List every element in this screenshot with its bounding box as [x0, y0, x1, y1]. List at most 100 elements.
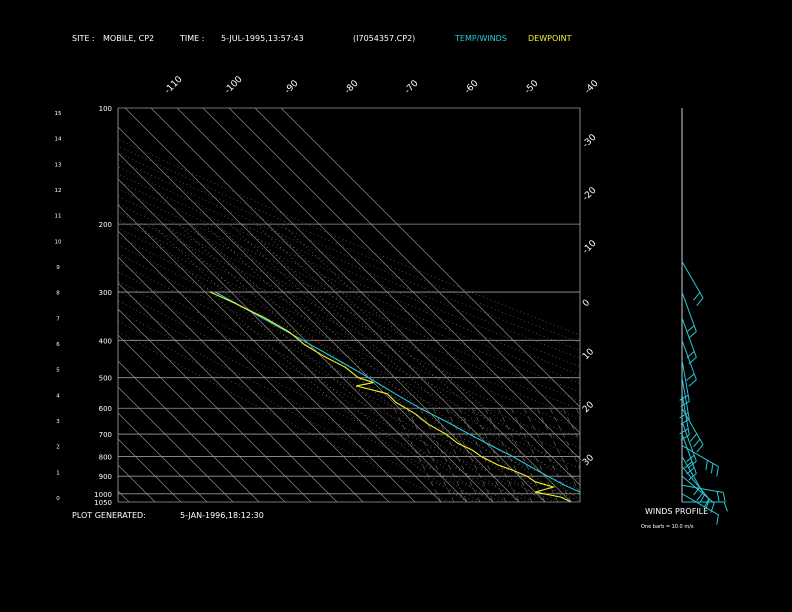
pressure-tick-label: 500	[99, 375, 112, 383]
wind-barb	[689, 433, 698, 442]
top-temp-tick-label: -50	[523, 78, 541, 96]
wind-barb	[688, 379, 697, 387]
site-value: MOBILE, CP2	[103, 34, 154, 43]
isotherm-line	[176, 108, 572, 502]
moist-adiabat	[190, 223, 520, 502]
top-temp-tick-label: -80	[343, 78, 361, 96]
wind-barb	[693, 292, 701, 301]
height-tick-label: 2	[56, 445, 60, 451]
top-temp-tick-label: -110	[163, 74, 185, 96]
plot-generated-value: 5-JAN-1996,18:12:30	[180, 511, 264, 520]
site-label: SITE :	[72, 34, 95, 43]
right-temp-tick-label: 20	[581, 400, 596, 415]
moist-adiabat	[164, 223, 494, 502]
top-temp-tick-label: -90	[283, 78, 301, 96]
pressure-tick-label: 200	[99, 221, 112, 229]
top-temp-tick-label: -70	[403, 78, 421, 96]
dry-adiabat	[118, 227, 580, 439]
height-tick-label: 6	[56, 342, 60, 348]
height-tick-label: 13	[55, 162, 62, 168]
winds-profile-title: WINDS PROFILE	[645, 507, 708, 516]
wind-barb	[693, 438, 701, 448]
isotherm-lines	[0, 108, 580, 502]
dry-adiabat	[118, 280, 580, 502]
height-tick-label: 4	[56, 393, 60, 399]
legend-temp-winds: TEMP/WINDS	[454, 34, 507, 43]
isotherm-line	[280, 108, 580, 408]
time-value: 5-JUL-1995,13:57:43	[221, 34, 304, 43]
dry-adiabat	[118, 262, 580, 480]
skew-t-chart: SITE : MOBILE, CP2 TIME : 5-JUL-1995,13:…	[0, 34, 729, 530]
wind-barb	[696, 297, 704, 306]
dry-adiabat	[118, 203, 580, 411]
wind-barb	[679, 394, 689, 401]
wind-barb	[688, 331, 697, 339]
height-tick-label: 8	[56, 291, 60, 297]
top-temp-tick-label: -60	[463, 78, 481, 96]
winds-profile-note: One barb = 10.0 m/s	[641, 524, 694, 530]
pressure-tick-label: 300	[99, 289, 112, 297]
dry-adiabat	[118, 145, 580, 344]
wind-barb-shaft	[681, 291, 697, 332]
pressure-tick-label: 800	[99, 453, 112, 461]
isotherm-line	[118, 152, 468, 502]
dry-adiabat	[118, 166, 580, 368]
dry-adiabat	[118, 188, 580, 393]
right-temp-tick-label: -30	[581, 132, 599, 150]
height-tick-label: 11	[55, 214, 62, 220]
wind-barb	[686, 373, 695, 381]
dry-adiabat	[118, 138, 580, 336]
top-temp-tick-label: -40	[583, 78, 601, 96]
wind-barb	[723, 501, 729, 512]
isotherm-line	[0, 108, 103, 502]
wind-barb	[686, 467, 695, 475]
wind-barb	[722, 492, 726, 503]
wind-barb	[710, 463, 714, 474]
dry-adiabat	[118, 180, 580, 384]
isotherm-line	[124, 108, 520, 502]
height-tick-label: 0	[56, 496, 60, 502]
guide-lines	[118, 138, 580, 502]
wind-barb	[716, 491, 720, 502]
wind-barb	[686, 325, 695, 333]
moist-adiabat	[242, 223, 572, 502]
dry-adiabat	[118, 195, 580, 402]
dry-adiabat	[118, 211, 580, 420]
pressure-tick-label: 900	[99, 473, 112, 481]
height-tick-label: 3	[56, 419, 60, 425]
height-tick-label: 1	[56, 470, 60, 476]
moist-adiabat	[216, 223, 546, 502]
time-label: TIME :	[179, 34, 204, 43]
height-tick-label: 7	[56, 316, 60, 322]
moist-adiabat	[151, 223, 481, 502]
isotherm-line	[0, 108, 77, 502]
isobar-lines	[118, 107, 580, 503]
pressure-tick-label: 700	[99, 431, 112, 439]
wind-barb	[716, 514, 719, 525]
wind-barb	[679, 428, 689, 435]
height-tick-label: 9	[56, 265, 60, 271]
moist-adiabat	[177, 223, 507, 502]
isotherm-line	[202, 108, 580, 486]
pressure-tick-label: 100	[99, 105, 112, 113]
isotherm-line	[118, 438, 182, 502]
moist-adiabat	[138, 223, 468, 502]
moist-adiabat	[203, 223, 533, 502]
isotherm-line	[118, 126, 494, 502]
right-temp-tick-label: 0	[581, 298, 592, 309]
file-id: (I7054357.CP2)	[353, 34, 415, 43]
height-tick-label: 10	[55, 239, 62, 245]
isotherm-line	[118, 412, 208, 502]
dry-adiabat	[118, 235, 580, 449]
dry-adiabat	[118, 253, 580, 469]
legend-dewpoint: DEWPOINT	[528, 34, 572, 43]
winds-profile	[679, 108, 729, 525]
isotherm-line	[118, 360, 260, 502]
isotherm-line	[118, 282, 338, 502]
height-tick-label: 14	[55, 137, 62, 143]
right-temp-tick-label: 30	[581, 453, 596, 468]
plot-frame	[117, 108, 581, 502]
chart-footer: PLOT GENERATED: 5-JAN-1996,18:12:30 WIND…	[72, 507, 708, 530]
dry-adiabat	[118, 173, 580, 376]
plot-generated-label: PLOT GENERATED:	[72, 511, 146, 520]
